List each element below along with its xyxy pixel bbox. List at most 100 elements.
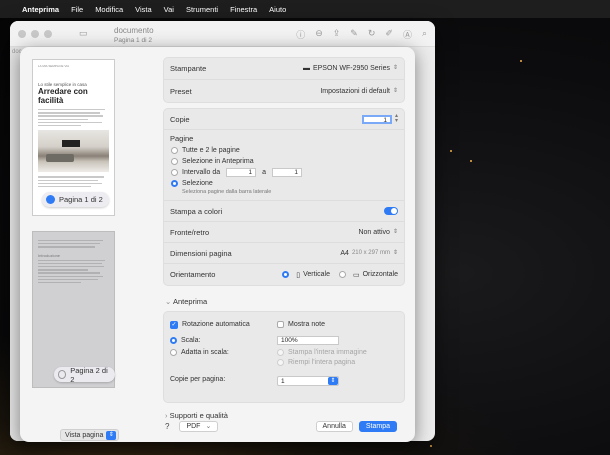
print-entire-text: Stampa l'intera immagine [288, 349, 367, 356]
info-icon[interactable]: ⓘ [296, 28, 305, 41]
highlight-icon[interactable]: ✐ [385, 28, 393, 41]
menu-edit[interactable]: Modifica [95, 5, 123, 14]
thumbnail-page-2[interactable]: Introduzione [32, 231, 115, 388]
orientation-label: Orientamento [170, 270, 216, 279]
thumb-header: LA MIA SEMPLICE VIA [38, 64, 70, 68]
landscape-radio[interactable] [338, 271, 346, 278]
copies-input[interactable]: 1 [361, 114, 392, 124]
page-2-label-text: Pagina 2 di 2 [70, 365, 108, 384]
color-toggle[interactable] [384, 207, 398, 215]
menu-go[interactable]: Vai [164, 5, 174, 14]
pages-per-sheet-value: 1 [281, 377, 285, 385]
radio-icon [171, 147, 178, 154]
text-line [38, 275, 103, 277]
preset-row: Preset Impostazioni di default ⇕ [164, 80, 404, 102]
printer-group: Stampante ▬ EPSON WF-2950 Series ⇕ Preset … [163, 57, 405, 103]
menu-window[interactable]: Finestra [230, 5, 257, 14]
paper-dims: 210 x 297 mm [351, 250, 390, 256]
share-icon[interactable]: ⇪ [333, 28, 341, 41]
range-from-input[interactable]: 1 [226, 168, 257, 177]
print-button[interactable]: Stampa [358, 420, 397, 432]
print-dialog: LA MIA SEMPLICE VIA Lo stile semplice in… [20, 47, 415, 442]
fill-entire-text: Riempi l'intera pagina [288, 359, 356, 366]
sidebar-toggle-icon[interactable]: ▭ [79, 28, 88, 39]
selected-check-icon [46, 195, 55, 204]
pages-label: Pagine [170, 134, 194, 143]
range-to-input[interactable]: 1 [272, 168, 303, 177]
annotate-icon[interactable]: Ⓐ [403, 28, 412, 41]
menu-file[interactable]: File [71, 5, 83, 14]
duplex-value: Non attivo [358, 228, 390, 236]
search-icon[interactable]: ⌕ [422, 28, 427, 41]
window-title: documento Pagina 1 di 2 [114, 26, 154, 46]
duplex-label: Fronte/retro [170, 227, 210, 237]
menu-view[interactable]: Vista [135, 5, 152, 14]
preset-value: Impostazioni di default [320, 87, 390, 95]
radio-disabled-icon [277, 359, 284, 366]
duplex-select[interactable]: Non attivo ⇕ [358, 229, 398, 236]
page-1-label[interactable]: Pagina 1 di 2 [42, 192, 109, 207]
rotate-icon[interactable]: ↻ [368, 28, 376, 41]
radio-selected-icon [170, 337, 177, 344]
city-light [470, 160, 472, 162]
pdf-label: PDF [186, 422, 201, 430]
auto-rotate-checkbox[interactable]: ✓ Rotazione automatica [170, 318, 250, 331]
chevron-down-icon: ⌄ [165, 297, 172, 306]
print-settings: Stampante ▬ EPSON WF-2950 Series ⇕ Preset … [163, 57, 405, 425]
markup-icon[interactable]: ✎ [350, 28, 358, 41]
checkbox-icon [277, 321, 284, 328]
page-2-label[interactable]: Pagina 2 di 2 [54, 365, 115, 384]
preset-select[interactable]: Impostazioni di default ⇕ [320, 88, 398, 95]
document-page-indicator: Pagina 1 di 2 [114, 37, 152, 44]
copies-stepper[interactable]: ▴ ▾ [395, 113, 398, 124]
view-selector-label: Vista pagina [65, 431, 104, 439]
pages-per-sheet-label: Copie per pagina: [170, 376, 226, 383]
popup-arrow-icon: ⇕ [328, 377, 338, 385]
printer-select[interactable]: ▬ EPSON WF-2950 Series ⇕ [303, 65, 398, 72]
text-line [38, 272, 101, 274]
preview-section-toggle[interactable]: ⌄ Anteprima [163, 291, 405, 311]
zoom-window-button[interactable] [44, 29, 52, 38]
menu-tools[interactable]: Strumenti [186, 5, 218, 14]
pages-selection-preview-option[interactable]: Selezione in Anteprima [164, 156, 404, 167]
pdf-menu-button[interactable]: PDF ⌄ [179, 420, 219, 432]
text-line [38, 124, 81, 127]
unselected-circle-icon [58, 370, 67, 379]
paper-size-value: A4 [340, 249, 349, 257]
text-line [38, 118, 88, 120]
paper-size-select[interactable]: A4 210 x 297 mm ⇕ [340, 250, 398, 257]
selection-hint: Seleziona pagine dalla barra laterale [182, 189, 272, 195]
radio-icon [171, 169, 178, 176]
page-1-label-text: Pagina 1 di 2 [59, 195, 103, 204]
portrait-text: Verticale [303, 271, 330, 278]
minimize-window-button[interactable] [31, 29, 39, 38]
menu-app-name[interactable]: Anteprima [22, 5, 59, 14]
cancel-button[interactable]: Annulla [315, 420, 353, 432]
menu-help[interactable]: Aiuto [269, 5, 286, 14]
thumb-section-title: Introduzione [38, 252, 61, 258]
pages-selection-option[interactable]: Selezione [164, 178, 404, 189]
fit-option[interactable]: Adatta in scala: [170, 346, 229, 359]
sofa-shape [46, 154, 74, 163]
pages-all-text: Tutte e 2 le pagine [182, 147, 240, 154]
show-notes-checkbox[interactable]: Mostra note [277, 318, 325, 331]
text-line [38, 265, 105, 268]
fill-entire-option[interactable]: Riempi l'intera pagina [277, 356, 355, 369]
show-notes-text: Mostra note [288, 321, 325, 328]
paper-size-row: Dimensioni pagina A4 210 x 297 mm ⇕ [164, 243, 404, 264]
pages-per-sheet-select[interactable]: 1 ⇕ [277, 376, 339, 386]
portrait-radio[interactable] [282, 271, 290, 278]
scale-input[interactable]: 100% [277, 336, 339, 345]
pages-all-option[interactable]: Tutte e 2 le pagine [164, 145, 404, 156]
help-button[interactable]: ? [165, 422, 169, 431]
radio-selected-icon [171, 180, 178, 187]
zoom-icon[interactable]: ⊖ [315, 28, 323, 41]
view-selector[interactable]: Vista pagina ⇕ [60, 429, 120, 441]
text-line [38, 182, 102, 185]
text-line [38, 121, 102, 124]
text-line [38, 242, 101, 245]
pages-range-option[interactable]: Intervallo da 1 a 1 [164, 167, 404, 178]
landscape-text: Orizzontale [362, 271, 398, 278]
close-window-button[interactable] [18, 29, 26, 38]
fit-text: Adatta in scala: [181, 349, 229, 356]
